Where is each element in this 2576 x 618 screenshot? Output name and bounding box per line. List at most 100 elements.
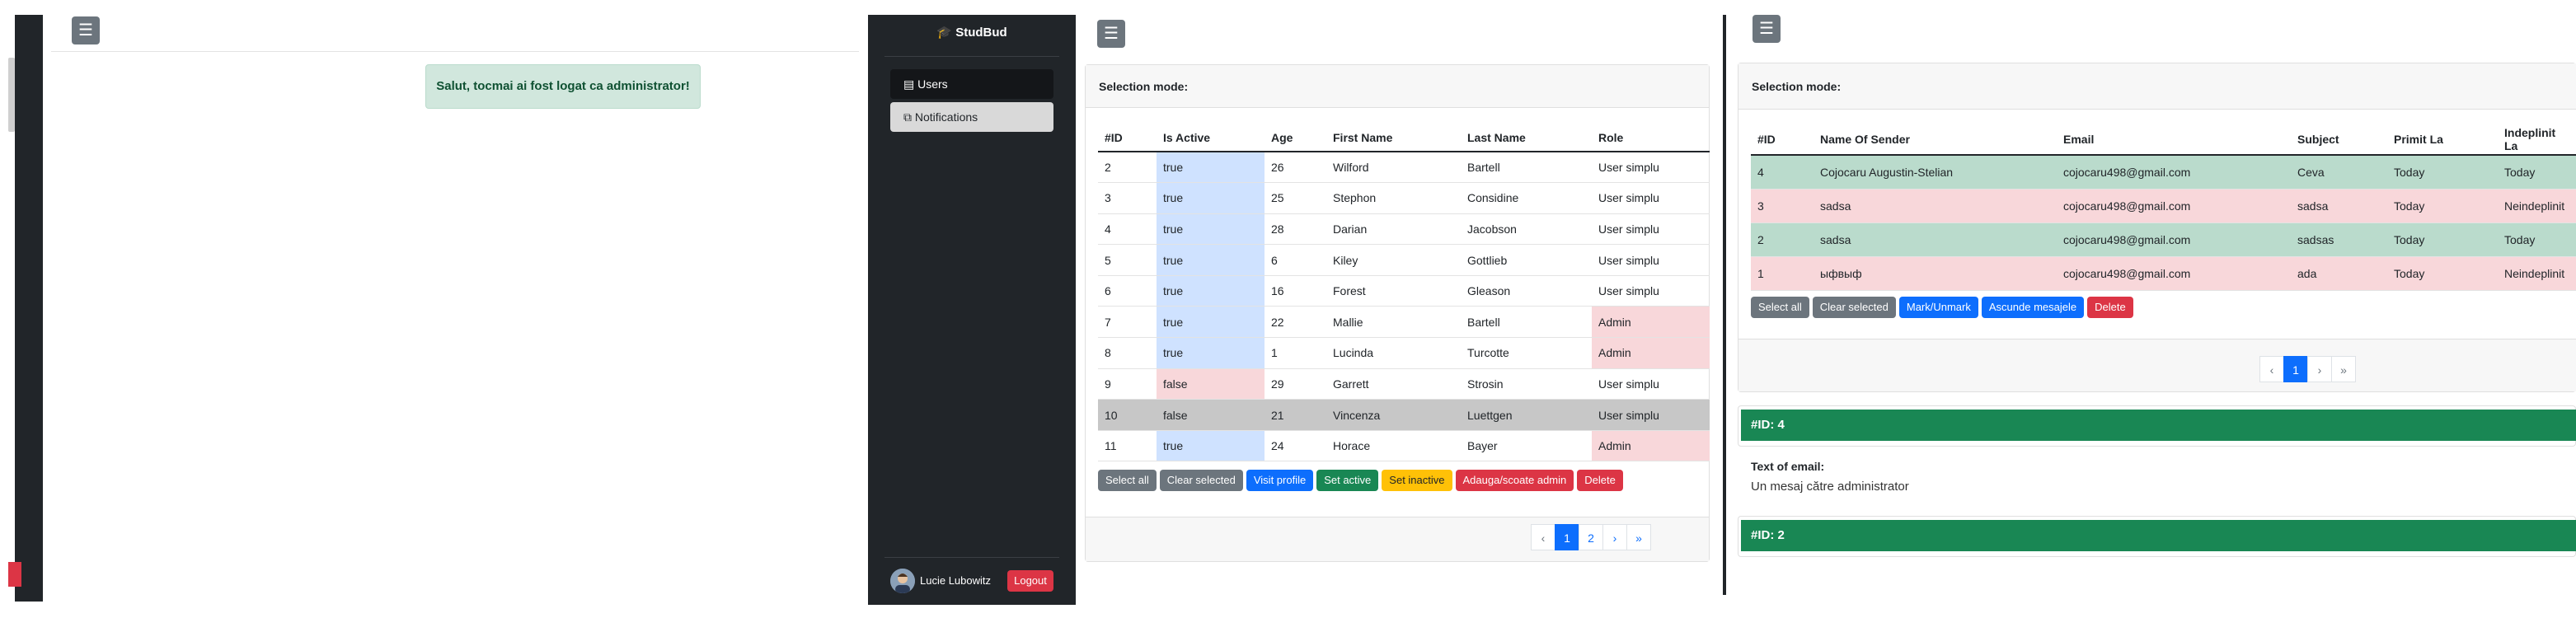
table-row-selected[interactable]: 10 false 21 Vincenza Luettgen User simplu xyxy=(1098,399,1710,431)
clear-selected-button[interactable]: Clear selected xyxy=(1812,297,1896,318)
table-row[interactable]: 4 Cojocaru Augustin-Stelian cojocaru498@gm… xyxy=(1751,155,2576,190)
page-2[interactable]: 2 xyxy=(1579,524,1603,550)
cell-subject: sadsas xyxy=(2291,222,2387,257)
brand[interactable]: 🎓 StudBud xyxy=(868,25,1076,40)
table-row[interactable]: 5 true 6 Kiley Gottlieb User simplu xyxy=(1098,244,1710,276)
logout-button-edge[interactable] xyxy=(8,562,21,587)
cell-id: 7 xyxy=(1098,306,1157,339)
cell-id: 3 xyxy=(1098,182,1157,214)
cell-id: 2 xyxy=(1098,152,1157,184)
sidebar-item-notifications[interactable]: ⧉ Notifications xyxy=(890,102,1053,132)
cell-active: true xyxy=(1157,244,1265,276)
select-all-button[interactable]: Select all xyxy=(1098,470,1157,491)
logout-button[interactable]: Logout xyxy=(1007,570,1053,592)
cell-first: Forest xyxy=(1326,275,1461,307)
col-subject[interactable]: Subject xyxy=(2291,124,2387,156)
col-first-name[interactable]: First Name xyxy=(1326,124,1461,152)
col-email[interactable]: Email xyxy=(2057,124,2291,156)
table-row[interactable]: 2 true 26 Wilford Bartell User simplu xyxy=(1098,152,1710,184)
table-header: #ID Is Active Age First Name Last Name R… xyxy=(1098,124,1710,152)
sidebar-item-users[interactable]: ▤ Users xyxy=(890,69,1053,99)
table-row[interactable]: 3 sadsa cojocaru498@gmail.com sadsa Today Nei… xyxy=(1751,189,2576,223)
page-prev[interactable]: ‹ xyxy=(1531,524,1555,550)
cell-active: true xyxy=(1157,182,1265,214)
cell-id: 4 xyxy=(1098,213,1157,246)
page-last[interactable]: » xyxy=(1626,524,1651,550)
page-last[interactable]: » xyxy=(2331,356,2356,382)
table-row[interactable]: 3 true 25 Stephon Considine User simplu xyxy=(1098,182,1710,214)
cell-role: User simplu xyxy=(1592,244,1710,276)
table-icon: ▤ xyxy=(903,77,915,91)
menu-icon: ☰ xyxy=(1104,25,1119,43)
cell-sender: Cojocaru Augustin-Stelian xyxy=(1814,155,2057,190)
cell-age: 25 xyxy=(1265,182,1326,214)
login-success-alert: Salut, tocmai ai fost logat ca administr… xyxy=(425,64,701,109)
col-done[interactable]: Indeplinit La xyxy=(2498,124,2576,156)
col-is-active[interactable]: Is Active xyxy=(1157,124,1265,152)
page-next[interactable]: › xyxy=(2307,356,2332,382)
delete-button[interactable]: Delete xyxy=(2087,297,2133,318)
cell-subject: Ceva xyxy=(2291,155,2387,190)
cell-role: User simplu xyxy=(1592,213,1710,246)
cell-first: Vincenza xyxy=(1326,399,1461,431)
cell-active: true xyxy=(1157,275,1265,307)
cell-id: 4 xyxy=(1751,155,1814,190)
table-row[interactable]: 7 true 22 Mallie Bartell Admin xyxy=(1098,306,1710,339)
page-1[interactable]: 1 xyxy=(1555,524,1579,550)
cell-last: Gottlieb xyxy=(1461,244,1592,276)
selection-mode-label: Selection mode: xyxy=(1086,65,1709,108)
avatar[interactable] xyxy=(890,569,915,593)
col-sender[interactable]: Name Of Sender xyxy=(1814,124,2057,156)
cell-last: Bartell xyxy=(1461,306,1592,339)
message-header[interactable]: #ID: 2 xyxy=(1741,520,2576,551)
table-row[interactable]: 2 sadsa cojocaru498@gmail.com sadsas Today To… xyxy=(1751,222,2576,257)
set-inactive-button[interactable]: Set inactive xyxy=(1382,470,1452,491)
email-text: Un mesaj către administrator xyxy=(1751,480,1909,494)
message-header[interactable]: #ID: 4 xyxy=(1741,410,2576,441)
page-prev[interactable]: ‹ xyxy=(2259,356,2284,382)
mark-unmark-button[interactable]: Mark/Unmark xyxy=(1898,297,1978,318)
cell-first: Stephon xyxy=(1326,182,1461,214)
table-row[interactable]: 11 true 24 Horace Bayer Admin xyxy=(1098,430,1710,462)
cell-age: 6 xyxy=(1265,244,1326,276)
external-link-icon: ⧉ xyxy=(903,110,912,124)
cell-first: Kiley xyxy=(1326,244,1461,276)
cell-done: Neindeplinit xyxy=(2498,189,2576,223)
cell-last: Luettgen xyxy=(1461,399,1592,431)
cell-active: true xyxy=(1157,430,1265,462)
menu-toggle-button[interactable]: ☰ xyxy=(1097,20,1125,48)
cell-role: User simplu xyxy=(1592,368,1710,400)
menu-toggle-button[interactable]: ☰ xyxy=(1753,15,1781,43)
table-row[interactable]: 4 true 28 Darian Jacobson User simplu xyxy=(1098,213,1710,246)
set-active-button[interactable]: Set active xyxy=(1316,470,1379,491)
cell-active: false xyxy=(1157,368,1265,400)
table-row[interactable]: 9 false 29 Garrett Strosin User simplu xyxy=(1098,368,1710,400)
page-1[interactable]: 1 xyxy=(2283,356,2308,382)
table-row[interactable]: 1 ыфвыф cojocaru498@gmail.com ada Today Neind… xyxy=(1751,256,2576,291)
menu-toggle-button[interactable]: ☰ xyxy=(72,16,100,44)
table-row[interactable]: 8 true 1 Lucinda Turcotte Admin xyxy=(1098,337,1710,369)
cell-sender: sadsa xyxy=(1814,189,2057,223)
page-next[interactable]: › xyxy=(1602,524,1627,550)
col-received[interactable]: Primit La xyxy=(2387,124,2498,156)
sidebar-item-label: Users xyxy=(917,77,948,91)
hide-messages-button[interactable]: Ascunde mesajele xyxy=(1981,297,2085,318)
col-last-name[interactable]: Last Name xyxy=(1461,124,1592,152)
col-id[interactable]: #ID xyxy=(1751,124,1814,156)
select-all-button[interactable]: Select all xyxy=(1751,297,1809,318)
visit-profile-button[interactable]: Visit profile xyxy=(1246,470,1314,491)
col-age[interactable]: Age xyxy=(1265,124,1326,152)
cell-subject: sadsa xyxy=(2291,189,2387,223)
toggle-admin-button[interactable]: Adauga/scoate admin xyxy=(1455,470,1574,491)
cell-subject: ada xyxy=(2291,256,2387,291)
cell-received: Today xyxy=(2387,155,2498,190)
table-row[interactable]: 6 true 16 Forest Gleason User simplu xyxy=(1098,275,1710,307)
clear-selected-button[interactable]: Clear selected xyxy=(1159,470,1243,491)
cell-active: true xyxy=(1157,306,1265,339)
cell-age: 22 xyxy=(1265,306,1326,339)
delete-button[interactable]: Delete xyxy=(1577,470,1623,491)
cell-age: 28 xyxy=(1265,213,1326,246)
col-id[interactable]: #ID xyxy=(1098,124,1157,152)
col-role[interactable]: Role xyxy=(1592,124,1710,152)
users-action-bar: Select all Clear selected Visit profile Set… xyxy=(1098,470,1626,491)
